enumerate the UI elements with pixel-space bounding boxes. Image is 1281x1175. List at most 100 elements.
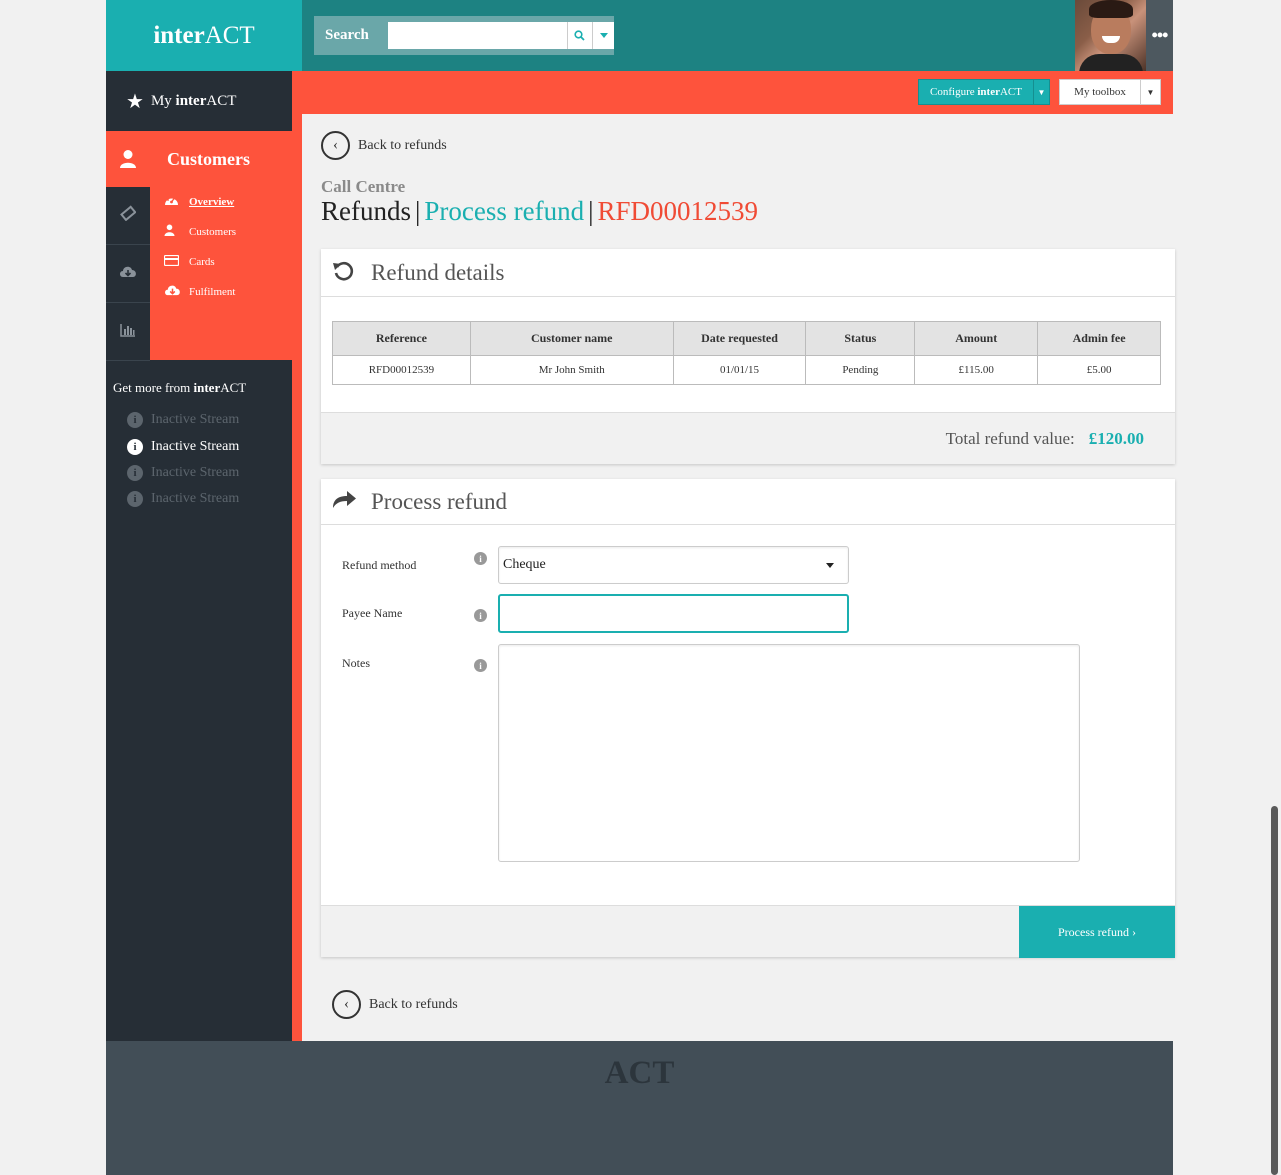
crumb-refunds[interactable]: Refunds	[321, 196, 411, 226]
search-label: Search	[325, 27, 369, 43]
logo-bold: inter	[153, 21, 205, 49]
process-refund-button[interactable]: Process refund ›	[1019, 906, 1175, 958]
subnav-label: Cards	[189, 256, 215, 268]
avatar[interactable]	[1075, 0, 1146, 71]
logo[interactable]: interACT	[106, 0, 302, 71]
subnav-label: Fulfilment	[189, 286, 236, 298]
total-refund-bar: Total refund value: £120.00	[321, 412, 1175, 464]
subnav-item-cards[interactable]: Cards	[163, 247, 236, 277]
refund-method-row: Refund method i Cheque	[342, 546, 849, 584]
caret-down-icon	[826, 563, 834, 568]
configure-label: Configure interACT	[930, 86, 1022, 98]
customers-subnav: Overview Customers Cards Fulfilment	[163, 187, 236, 307]
stream-label: Inactive Stream	[151, 491, 240, 506]
refund-method-select[interactable]: Cheque	[498, 546, 849, 584]
notes-textarea[interactable]	[498, 644, 1080, 862]
more-icon: •••	[1151, 25, 1169, 45]
search-options-button[interactable]	[592, 22, 615, 49]
undo-icon	[331, 259, 355, 287]
table-cell: £115.00	[914, 355, 1039, 385]
process-refund-header: Process refund	[321, 479, 1175, 525]
refunds-table: Reference Customer name Date requested S…	[332, 321, 1161, 385]
subnav-label: Customers	[189, 226, 237, 238]
refund-method-label: Refund method	[342, 558, 417, 572]
notes-row: Notes i	[342, 644, 1080, 862]
back-to-refunds-link-bottom[interactable]: ‹ Back to refunds	[332, 990, 458, 1019]
sidebar: ★ My interACT Customers Overview Custome…	[106, 71, 302, 1041]
info-icon[interactable]: i	[474, 552, 487, 565]
main-content: ‹ Back to refunds Call Centre Refunds | Pr…	[302, 114, 1175, 1041]
subnav-item-customers[interactable]: Customers	[164, 217, 236, 247]
column-header: Date requested	[672, 321, 807, 356]
cloud-download-icon	[119, 264, 137, 284]
chevron-left-icon: ‹	[321, 131, 350, 160]
top-bar: interACT Search •••	[106, 0, 1173, 71]
my-interact-link[interactable]: ★ My interACT	[106, 71, 292, 131]
info-icon: i	[127, 412, 143, 428]
page-scrollbar[interactable]	[1271, 806, 1278, 1175]
icon-rail	[106, 187, 150, 361]
logo-rest: ACT	[204, 21, 255, 49]
toolbox-label: My toolbox	[1074, 86, 1126, 98]
subnav-item-fulfilment[interactable]: Fulfilment	[164, 277, 236, 307]
rail-item-reports[interactable]	[106, 303, 150, 361]
action-bar: Configure interACT ▼ My toolbox ▼	[302, 71, 1173, 114]
my-toolbox-button[interactable]: My toolbox ▼	[1059, 79, 1161, 105]
stream-label: Inactive Stream	[151, 412, 240, 427]
stream-item[interactable]: i Inactive Stream ›	[127, 434, 297, 460]
search-button[interactable]	[566, 22, 593, 49]
notes-label: Notes	[342, 656, 370, 670]
caret-down-icon	[599, 33, 608, 38]
more-menu-button[interactable]: •••	[1146, 0, 1173, 71]
column-header: Amount	[914, 321, 1039, 356]
crumb-process: Process refund	[424, 196, 585, 226]
subnav-label: Overview	[189, 196, 235, 208]
app-frame: interACT Search ••• ★ My interACT Custom…	[106, 0, 1175, 1175]
payee-name-input[interactable]	[498, 594, 849, 633]
info-icon: i	[127, 491, 143, 507]
my-interact-label: My interACT	[150, 92, 237, 109]
rail-item-downloads[interactable]	[106, 245, 150, 303]
rail-item-tickets[interactable]	[106, 187, 150, 245]
chevron-left-icon: ‹	[332, 990, 361, 1019]
stream-label: Inactive Stream	[151, 439, 240, 454]
search-input[interactable]	[388, 22, 567, 49]
info-icon[interactable]: i	[474, 659, 487, 672]
stream-item[interactable]: i Inactive Stream ›	[127, 407, 297, 433]
refund-details-header: Refund details	[321, 249, 1175, 297]
cloud-download-icon	[164, 284, 182, 301]
stream-item[interactable]: i Inactive Stream ›	[127, 460, 297, 486]
column-header: Customer name	[469, 321, 674, 356]
back-label: Back to refunds	[369, 996, 458, 1012]
configure-interact-button[interactable]: Configure interACT ▼	[918, 79, 1050, 105]
stream-item[interactable]: i Inactive Stream ›	[127, 486, 297, 512]
column-header: Status	[805, 321, 916, 356]
page-title: Refunds | Process refund | RFD00012539	[321, 196, 759, 226]
info-icon: i	[127, 439, 143, 455]
customers-section-header[interactable]: Customers	[106, 131, 302, 187]
ticket-icon	[120, 205, 137, 226]
subnav-item-overview[interactable]: Overview	[164, 187, 236, 217]
info-icon: i	[127, 465, 143, 481]
back-label: Back to refunds	[358, 137, 447, 153]
payee-name-label: Payee Name	[342, 606, 403, 620]
customers-section-title: Customers	[167, 148, 250, 169]
table-row: RFD00012539 Mr John Smith 01/01/15 Pendi…	[332, 355, 1161, 385]
caret-down-icon[interactable]: ▼	[1140, 80, 1160, 104]
caret-down-icon[interactable]: ▼	[1033, 80, 1049, 104]
column-header: Admin fee	[1037, 321, 1161, 356]
section-label: Call Centre	[321, 177, 406, 196]
process-refund-title: Process refund	[371, 488, 508, 514]
info-icon[interactable]: i	[474, 609, 487, 622]
payee-name-row: Payee Name i	[342, 594, 849, 633]
refund-method-value: Cheque	[503, 557, 546, 572]
process-refund-footer: Process refund ›	[321, 905, 1175, 958]
crumb-reference: RFD00012539	[597, 196, 759, 226]
column-header: Reference	[332, 321, 471, 356]
refund-details-panel: Refund details Reference Customer name D…	[321, 249, 1175, 464]
back-to-refunds-link[interactable]: ‹ Back to refunds	[321, 131, 447, 160]
table-cell: 01/01/15	[672, 355, 807, 385]
table-cell: Mr John Smith	[469, 355, 674, 385]
table-cell: RFD00012539	[332, 355, 471, 385]
customers-section: Customers Overview Customers Cards Fulfi…	[106, 131, 302, 361]
